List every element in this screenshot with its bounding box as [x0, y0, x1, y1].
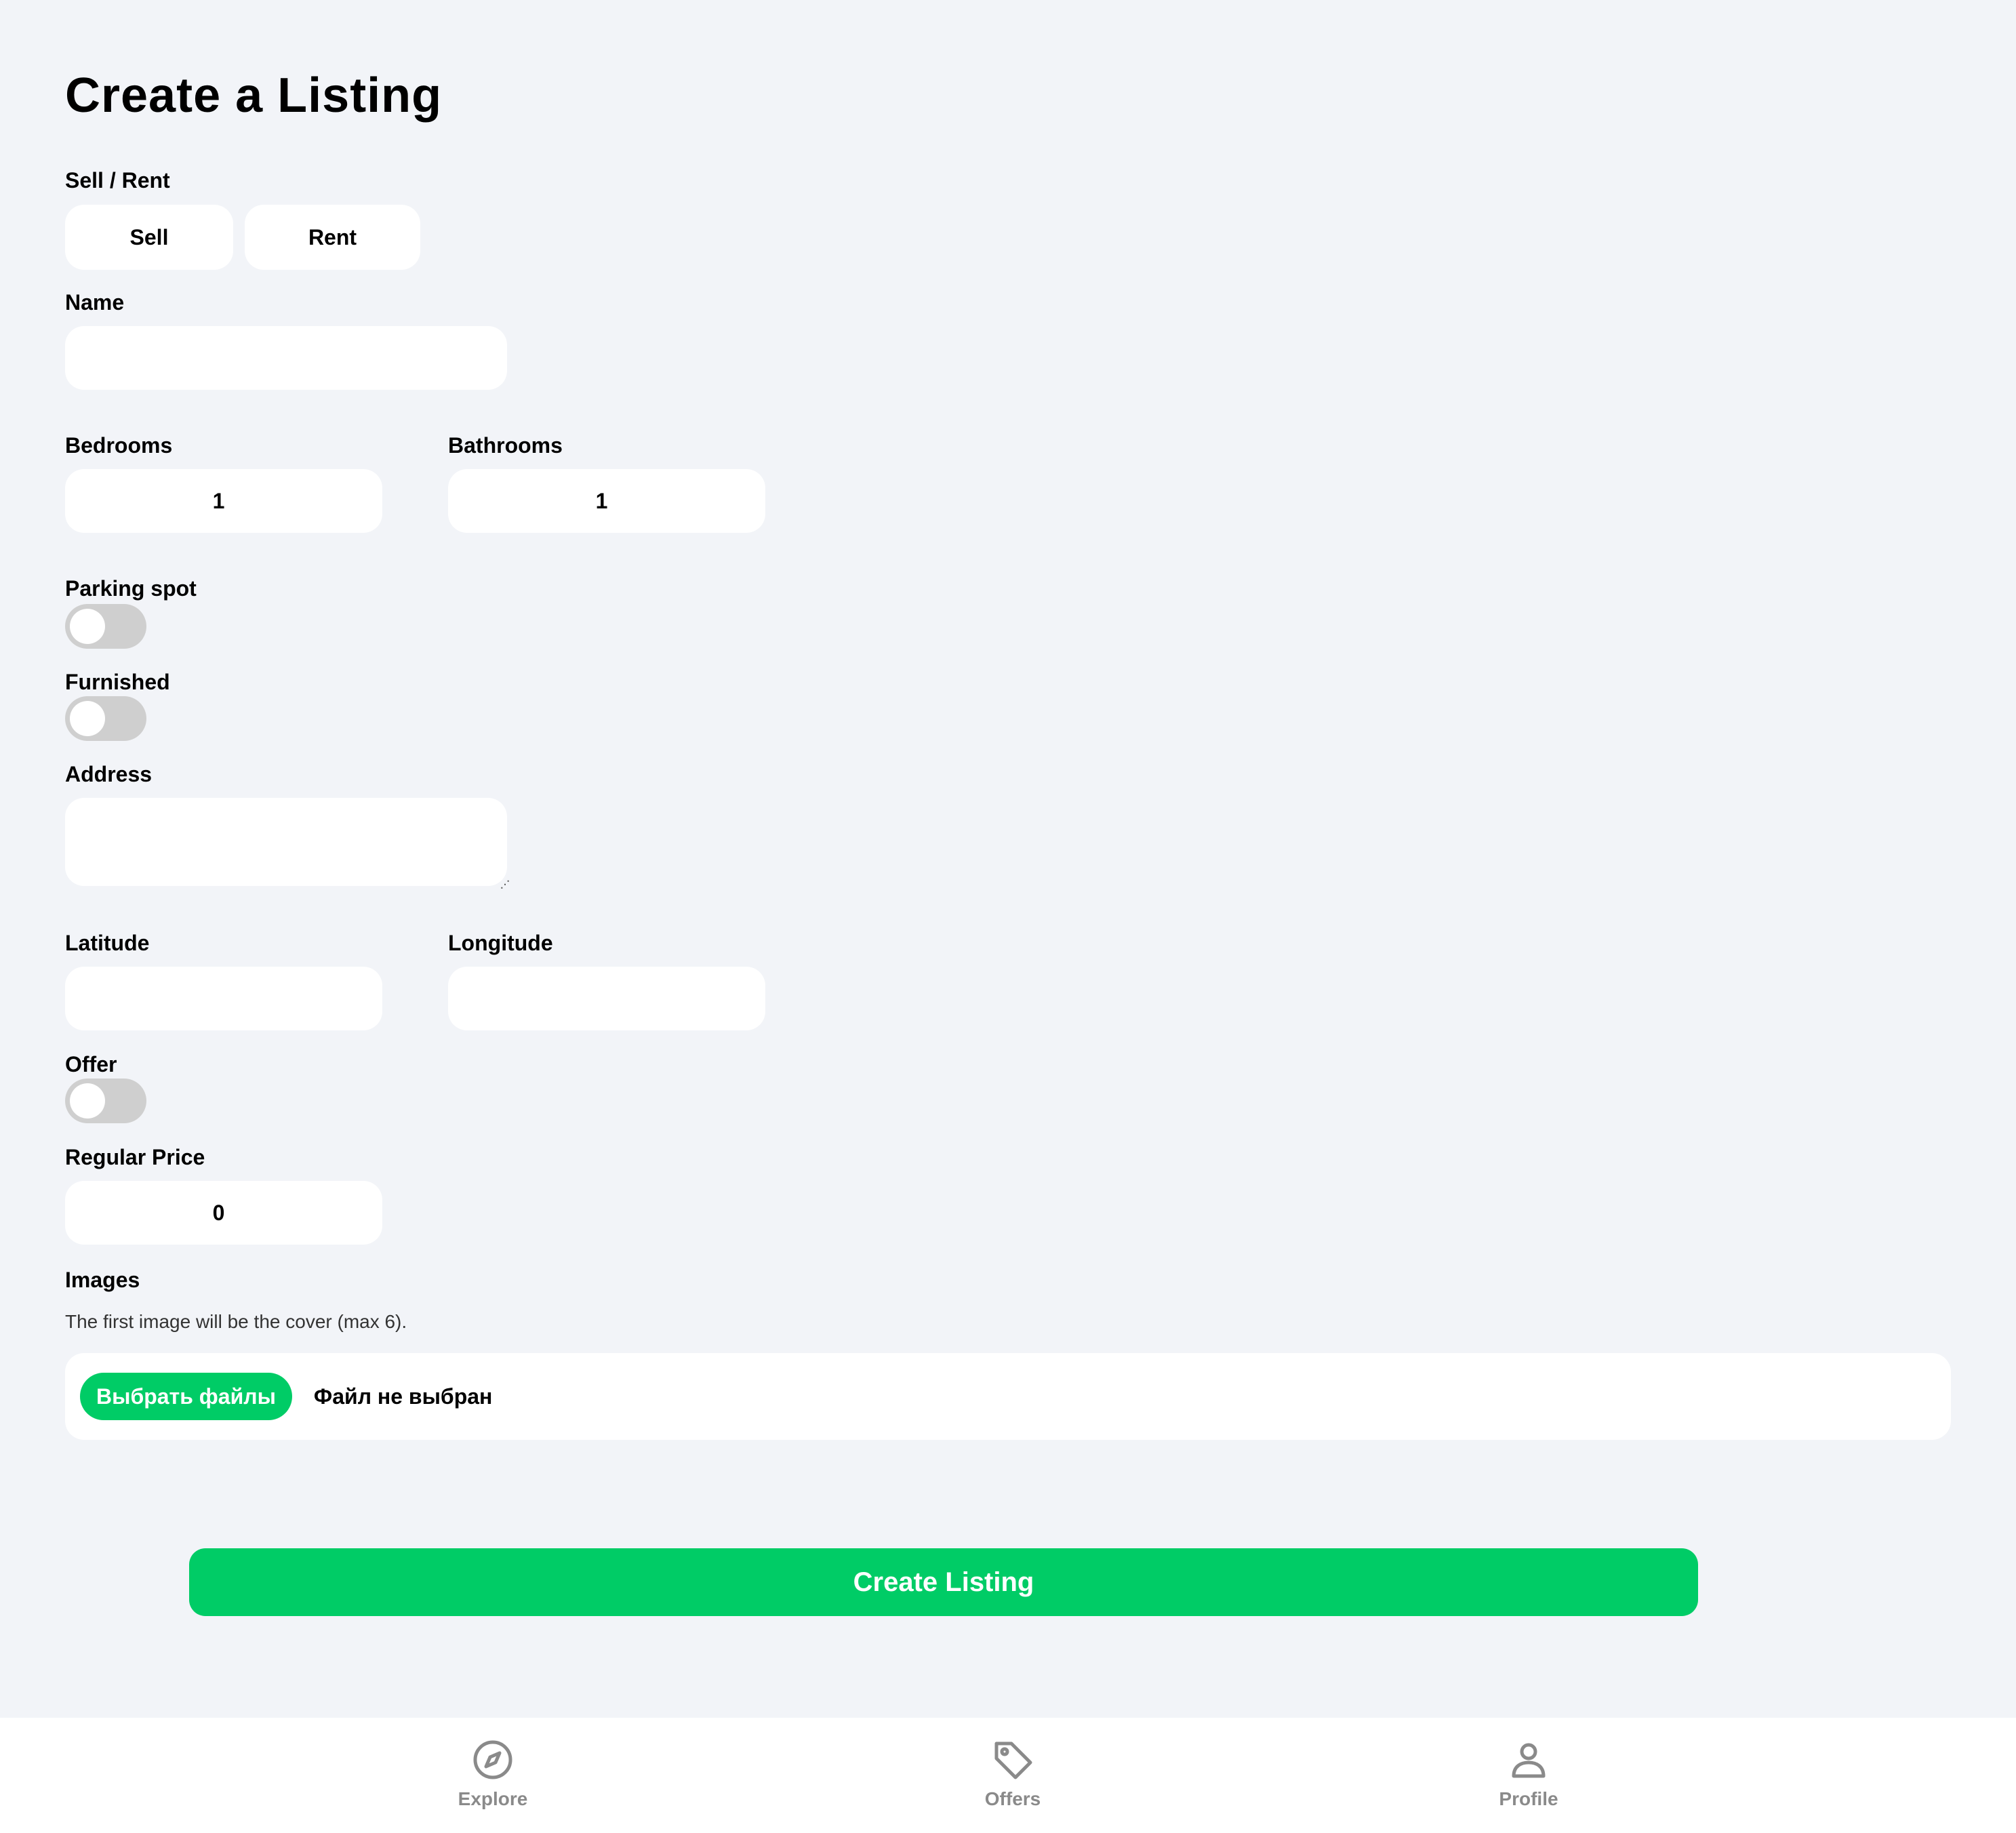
nav-label-explore: Explore: [458, 1788, 528, 1809]
images-hint: The first image will be the cover (max 6…: [65, 1311, 407, 1332]
toggle-knob: [70, 609, 105, 644]
furnished-toggle[interactable]: [65, 696, 146, 741]
images-label: Images: [65, 1268, 140, 1292]
name-label: Name: [65, 290, 125, 315]
regular-price-input[interactable]: [65, 1181, 382, 1245]
longitude-field-wrapper: [448, 967, 765, 1030]
parking-label: Parking spot: [65, 576, 197, 601]
name-field-wrapper: [65, 326, 507, 390]
nav-label-profile: Profile: [1499, 1788, 1558, 1809]
bathrooms-label: Bathrooms: [448, 433, 563, 458]
nav-item-profile[interactable]: Profile: [1461, 1738, 1596, 1810]
regular-price-field-wrapper: [65, 1181, 382, 1245]
rent-button[interactable]: Rent: [245, 205, 420, 270]
resize-grip-icon[interactable]: ⋰: [500, 879, 510, 889]
nav-label-offers: Offers: [984, 1788, 1041, 1809]
address-textarea[interactable]: [65, 798, 507, 886]
nav-item-explore[interactable]: Explore: [425, 1738, 561, 1810]
bedrooms-label: Bedrooms: [65, 433, 173, 458]
furnished-label: Furnished: [65, 670, 170, 694]
page-title: Create a Listing: [65, 68, 443, 123]
toggle-knob: [70, 701, 105, 736]
file-input-box: Выбрать файлы Файл не выбран: [65, 1353, 1951, 1440]
create-listing-button[interactable]: Create Listing: [189, 1548, 1698, 1616]
regular-price-label: Regular Price: [65, 1145, 205, 1169]
file-status-text: Файл не выбран: [313, 1384, 493, 1409]
person-icon: [1512, 1743, 1546, 1778]
bathrooms-field-wrapper: [448, 469, 765, 533]
bathrooms-input[interactable]: [448, 469, 765, 533]
sell-rent-label: Sell / Rent: [65, 168, 170, 193]
offer-label: Offer: [65, 1052, 117, 1076]
bedrooms-field-wrapper: [65, 469, 382, 533]
parking-toggle[interactable]: [65, 604, 146, 649]
choose-files-button[interactable]: Выбрать файлы: [80, 1373, 292, 1420]
toggle-knob: [70, 1083, 105, 1119]
sell-button[interactable]: Sell: [65, 205, 233, 270]
address-label: Address: [65, 762, 153, 786]
address-field-wrapper: ⋰: [65, 798, 510, 889]
longitude-input[interactable]: [448, 967, 765, 1030]
latitude-label: Latitude: [65, 931, 150, 955]
bedrooms-input[interactable]: [65, 469, 382, 533]
compass-icon: [473, 1740, 512, 1779]
nav-item-offers[interactable]: Offers: [945, 1738, 1081, 1810]
tag-icon: [994, 1741, 1032, 1779]
bottom-navbar: Explore Offers Profile: [0, 1718, 2016, 1833]
latitude-input[interactable]: [65, 967, 382, 1030]
latitude-field-wrapper: [65, 967, 382, 1030]
name-input[interactable]: [65, 326, 507, 390]
longitude-label: Longitude: [448, 931, 553, 955]
offer-toggle[interactable]: [65, 1079, 146, 1123]
